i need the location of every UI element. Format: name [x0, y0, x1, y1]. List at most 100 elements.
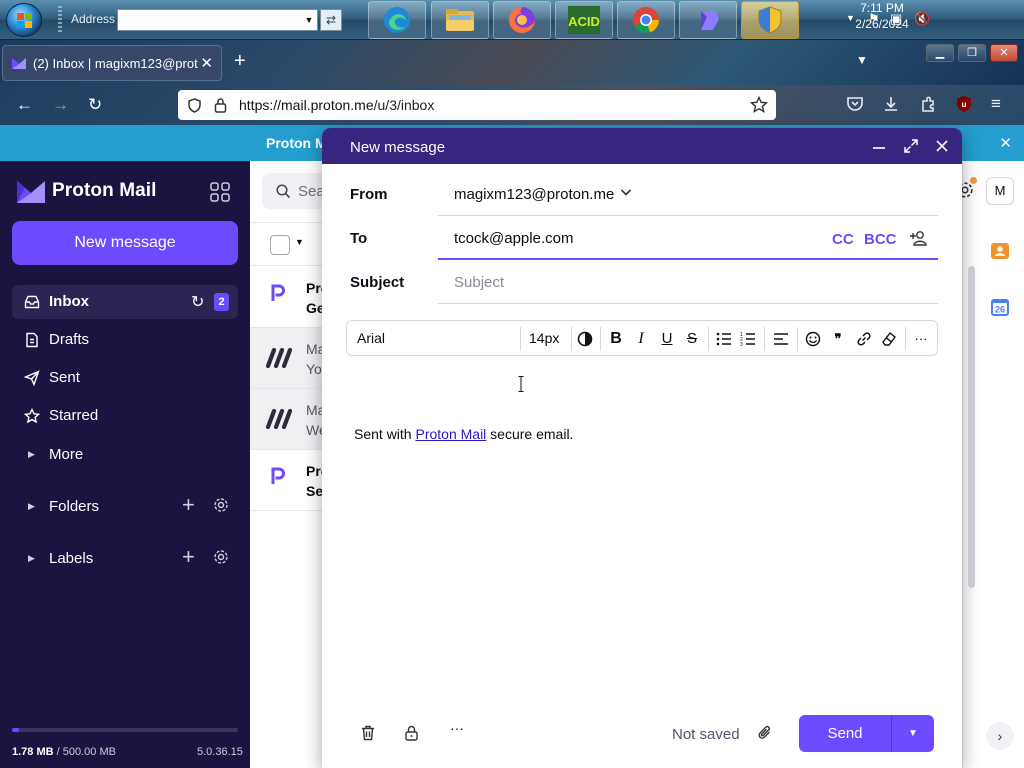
bold-icon[interactable]: B [607, 330, 625, 348]
quote-icon[interactable]: ❞ [829, 330, 847, 348]
underline-icon[interactable]: U [658, 330, 676, 348]
add-folder-icon[interactable]: + [182, 494, 195, 516]
italic-icon[interactable]: I [632, 330, 650, 348]
subject-field[interactable]: Subject [438, 260, 938, 304]
back-icon[interactable]: ← [16, 95, 33, 115]
taskbar-explorer-button[interactable] [431, 1, 489, 39]
network-icon[interactable]: ▣ [890, 11, 902, 27]
forward-icon[interactable]: → [52, 95, 69, 115]
align-left-icon[interactable] [772, 330, 790, 348]
bookmark-star-icon[interactable] [750, 96, 768, 114]
sidebar-folders-section[interactable]: ▶ Folders + [12, 490, 238, 524]
label-settings-gear-icon[interactable] [213, 549, 229, 565]
proton-mail-link[interactable]: Proton Mail [415, 426, 486, 442]
encryption-lock-icon[interactable] [404, 725, 419, 741]
add-label-icon[interactable]: + [182, 546, 195, 568]
toolbar-grip[interactable] [58, 6, 62, 34]
contacts-icon[interactable] [990, 241, 1010, 261]
sidebar-labels-section[interactable]: ▶ Labels + [12, 542, 238, 576]
link-icon[interactable] [855, 330, 873, 348]
chevron-down-icon[interactable]: ▼ [303, 13, 315, 27]
windows-logo-icon [17, 13, 33, 29]
composer-footer: ··· Not saved Send ▼ [322, 708, 962, 756]
send-options-chevron-icon[interactable]: ▼ [892, 715, 934, 752]
bullet-list-icon[interactable] [715, 330, 733, 348]
taskbar-security-button[interactable] [741, 1, 799, 39]
strikethrough-icon[interactable]: S [683, 330, 701, 348]
storage-used: 1.78 MB [12, 746, 54, 758]
bcc-button[interactable]: BCC [864, 231, 897, 248]
taskbar-proton-button[interactable] [679, 1, 737, 39]
list-item[interactable]: Pro Ge [250, 267, 330, 328]
expand-icon[interactable] [903, 138, 919, 154]
refresh-icon[interactable]: ↻ [191, 292, 204, 312]
expand-rail-button[interactable]: › [986, 722, 1014, 750]
browser-tab[interactable]: (2) Inbox | magixm123@proton.me ✕ [2, 45, 222, 81]
cc-button[interactable]: CC [832, 231, 854, 248]
emoji-icon[interactable] [804, 330, 822, 348]
clear-formatting-icon[interactable] [880, 330, 898, 348]
folder-settings-gear-icon[interactable] [213, 497, 229, 513]
pocket-icon[interactable] [846, 95, 864, 113]
tracking-protection-icon[interactable] [187, 98, 202, 113]
go-button[interactable]: ⇄ [320, 9, 342, 31]
numbered-list-icon[interactable]: 123 [739, 330, 757, 348]
text-cursor-icon [518, 376, 524, 392]
send-button[interactable]: Send [799, 715, 891, 752]
more-actions-icon[interactable]: ··· [450, 720, 464, 736]
sidebar-item-inbox[interactable]: Inbox ↻ 2 [12, 285, 238, 319]
more-options-icon[interactable]: ··· [912, 330, 930, 348]
sidebar-item-more[interactable]: ▶ More [12, 438, 238, 472]
composer-scrollbar[interactable] [968, 266, 975, 588]
storage-total: / 500.00 MB [53, 746, 116, 758]
show-hidden-icons-icon[interactable]: ▼ [846, 13, 855, 23]
composer-header[interactable]: New message [322, 128, 962, 164]
new-tab-icon[interactable]: + [234, 50, 246, 72]
restore-window-button[interactable]: ❐ [958, 44, 986, 62]
taskbar-firefox-button[interactable] [493, 1, 551, 39]
new-message-button[interactable]: New message [12, 221, 238, 265]
taskbar-chrome-button[interactable] [617, 1, 675, 39]
minimize-icon[interactable] [872, 146, 886, 150]
taskbar-acid-button[interactable]: ACID [555, 1, 613, 39]
flag-icon[interactable]: ⚑ [868, 11, 880, 27]
message-body[interactable]: Sent with Proton Mail secure email. [354, 426, 573, 442]
extensions-icon[interactable] [919, 95, 937, 113]
font-family-select[interactable]: Arial [357, 330, 517, 346]
from-select[interactable]: magixm123@proton.me [438, 172, 938, 216]
start-button[interactable] [6, 3, 42, 37]
close-banner-icon[interactable]: ✕ [999, 134, 1012, 152]
ublock-origin-icon[interactable]: u [955, 95, 973, 113]
add-contact-icon[interactable] [910, 230, 928, 246]
apps-grid-icon[interactable] [210, 182, 230, 202]
sidebar-item-sent[interactable]: Sent [12, 361, 238, 395]
to-field[interactable]: tcock@apple.com CC BCC [438, 216, 938, 260]
hamburger-menu-icon[interactable]: ≡ [991, 94, 1001, 114]
list-item[interactable]: Ma Yo [250, 328, 330, 389]
downloads-icon[interactable] [882, 95, 900, 113]
address-toolbar-input[interactable]: ▼ [117, 9, 318, 31]
close-icon[interactable] [936, 140, 948, 152]
lock-icon[interactable] [214, 97, 227, 113]
taskbar-edge-button[interactable] [368, 1, 426, 39]
list-item[interactable]: Pro Se [250, 450, 330, 511]
list-item[interactable]: Ma We [250, 389, 330, 450]
select-all-checkbox[interactable] [270, 235, 290, 255]
select-dropdown-chevron-icon[interactable]: ▼ [295, 237, 304, 247]
close-window-button[interactable]: ✕ [990, 44, 1018, 62]
url-bar[interactable]: https://mail.proton.me/u/3/inbox [178, 90, 776, 120]
reload-icon[interactable]: ↻ [88, 95, 102, 115]
volume-muted-icon[interactable]: 🔇 [914, 11, 930, 27]
minimize-window-button[interactable]: ▁ [926, 44, 954, 62]
close-tab-icon[interactable]: ✕ [200, 54, 213, 72]
text-color-icon[interactable] [576, 330, 594, 348]
font-size-select[interactable]: 14px [529, 330, 559, 346]
list-all-tabs-icon[interactable]: ▼ [856, 53, 868, 67]
attachment-paperclip-icon[interactable] [757, 724, 773, 742]
calendar-icon[interactable]: 26 [990, 297, 1010, 317]
avatar[interactable]: M [986, 177, 1014, 205]
sidebar-item-starred[interactable]: Starred [12, 399, 238, 433]
delete-draft-icon[interactable] [360, 725, 376, 741]
sidebar-item-drafts[interactable]: Drafts [12, 323, 238, 357]
storage-usage-bar [12, 728, 238, 732]
